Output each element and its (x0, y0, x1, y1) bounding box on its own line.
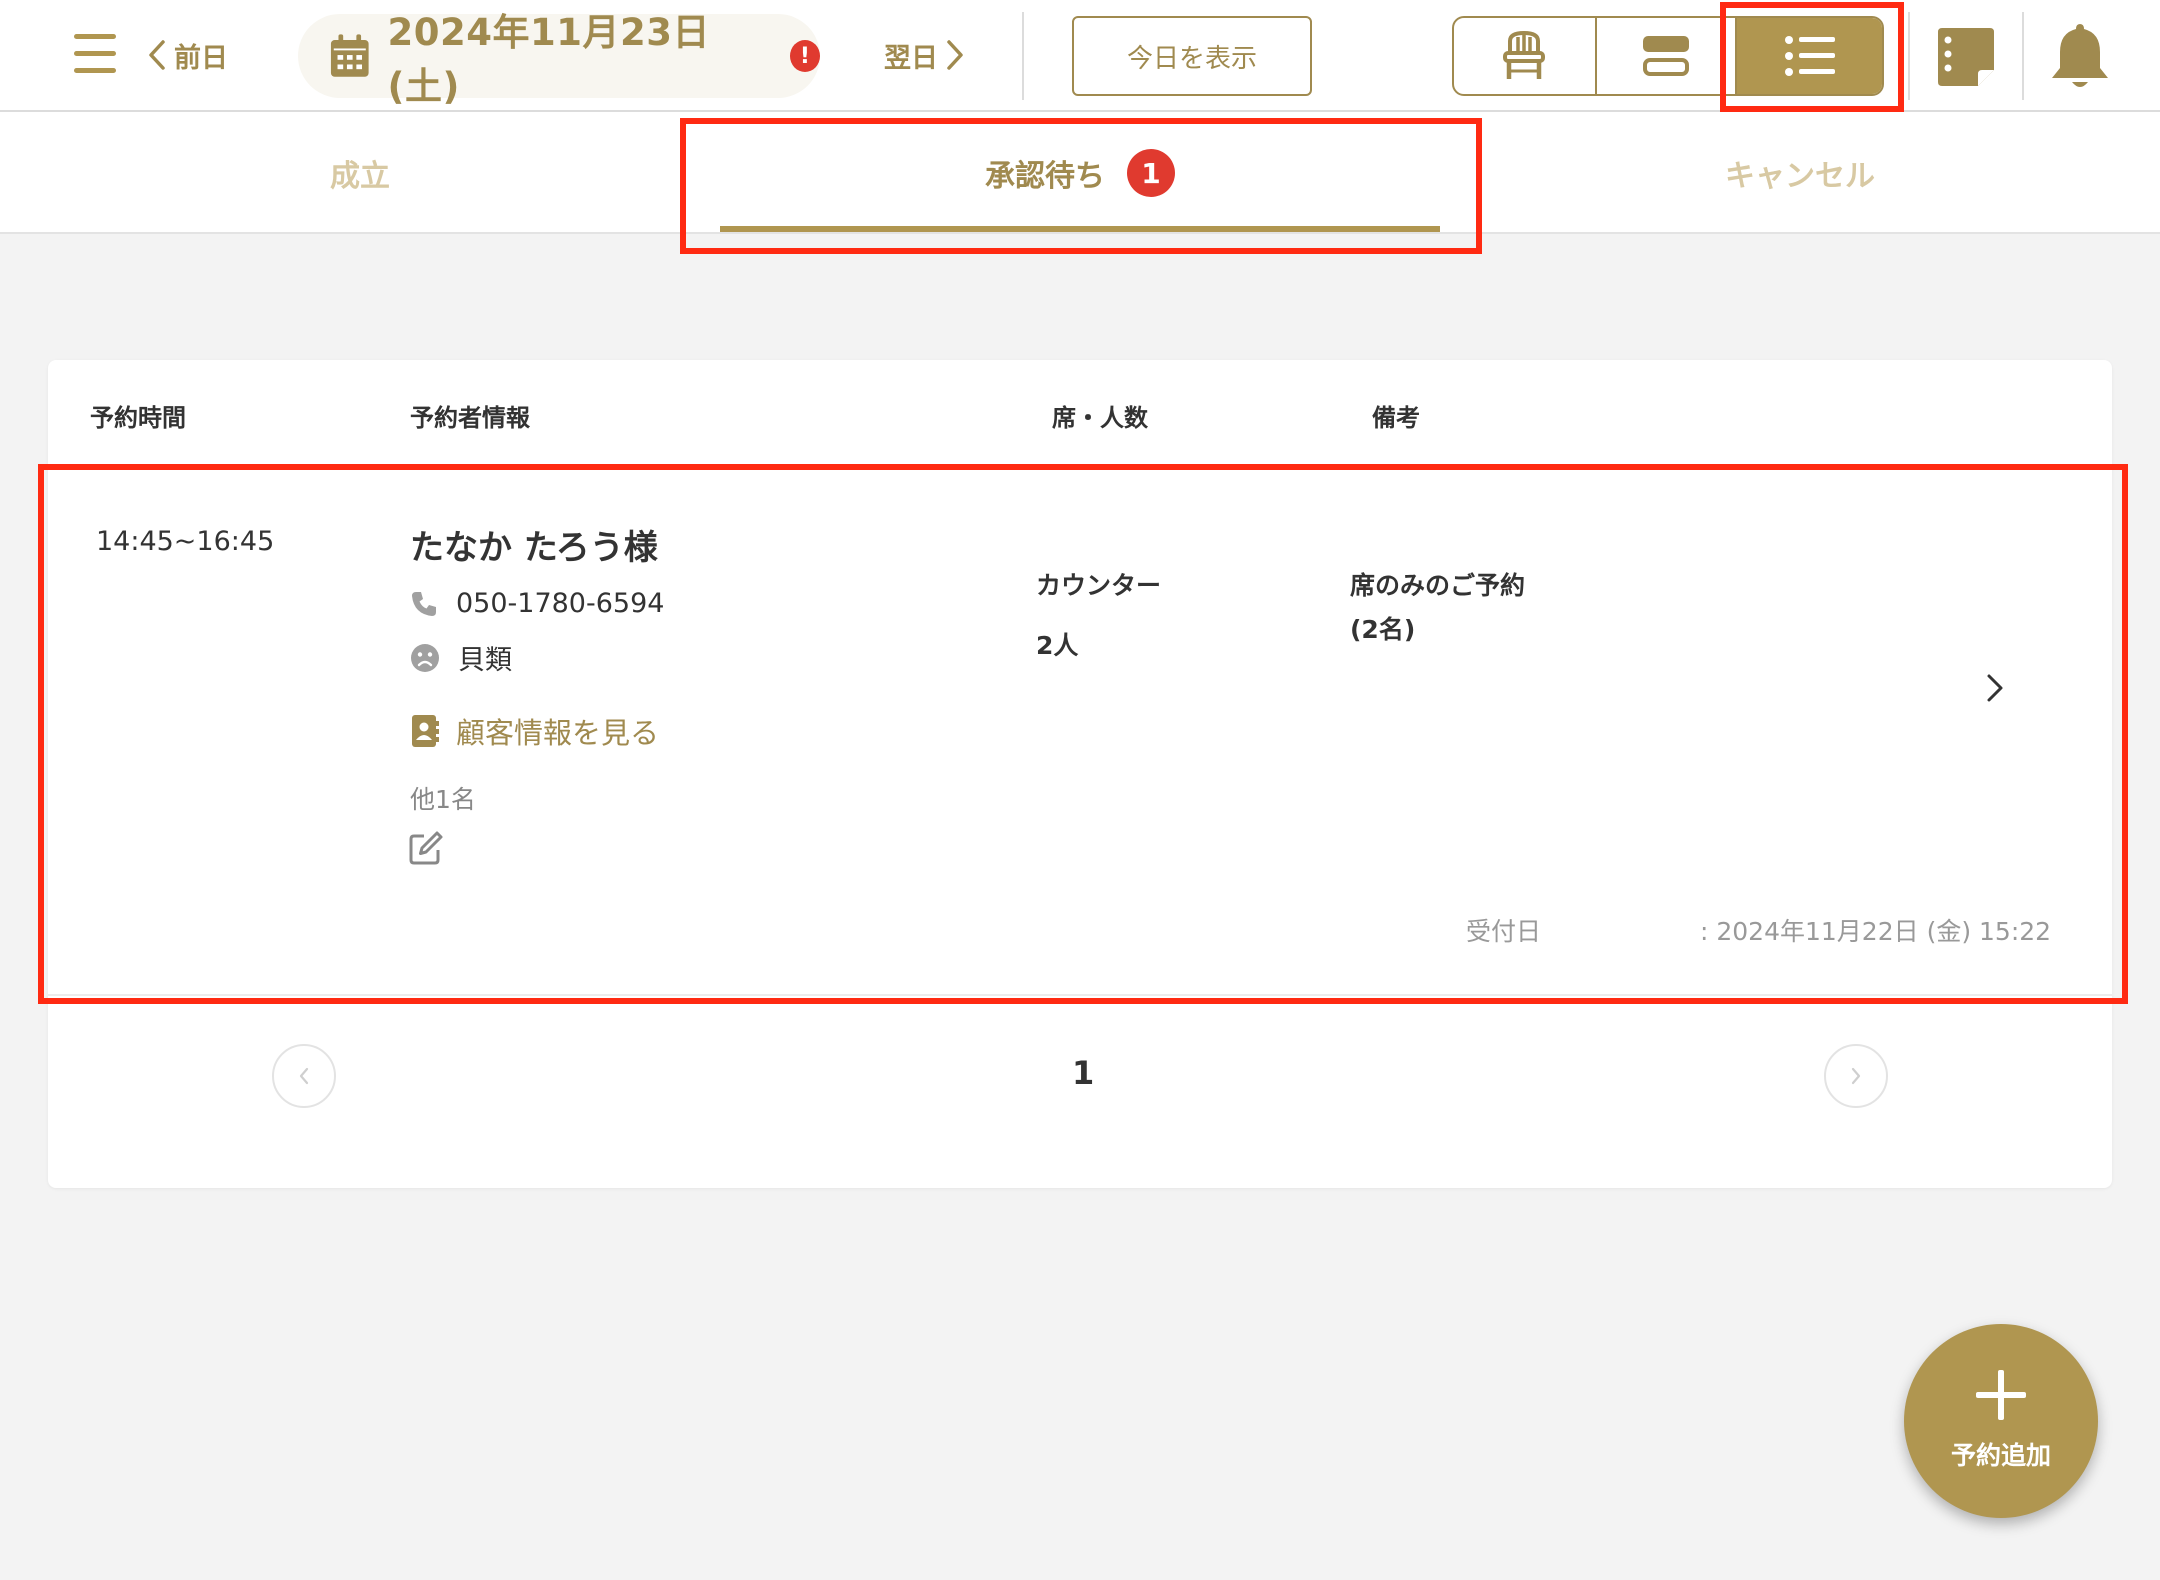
contact-card-icon (412, 715, 439, 747)
add-reservation-button[interactable]: 予約追加 (1904, 1324, 2098, 1518)
header-divider (1908, 12, 1910, 100)
view-customer-info-label: 顧客情報を見る (456, 716, 660, 750)
active-tab-indicator (720, 226, 1440, 232)
next-day-label: 翌日 (884, 42, 938, 74)
party-size: 2人 (1036, 631, 1079, 660)
row-divider-line (48, 994, 2112, 996)
seat-view-button[interactable] (1454, 18, 1597, 94)
pagination-next-button[interactable] (1824, 1044, 1888, 1108)
notification-button[interactable] (2048, 22, 2112, 90)
phone-line: 050-1780-6594 (410, 588, 664, 619)
timeline-view-button[interactable] (1597, 18, 1738, 94)
date-picker[interactable]: 2024年11月23日 (土) ! (298, 11, 820, 108)
tab-cancelled[interactable]: キャンセル (1440, 112, 2160, 234)
allergy-text: 貝類 (458, 645, 512, 676)
pending-count-badge: 1 (1127, 149, 1175, 197)
plus-icon (1976, 1370, 2026, 1420)
current-date: 2024年11月23日 (土) (387, 11, 711, 108)
seat-type: カウンター (1036, 571, 1162, 600)
prev-day-button[interactable]: 前日 (148, 30, 228, 80)
list-icon (1784, 36, 1835, 76)
pagination-current-page[interactable]: 1 (1072, 1054, 1094, 1092)
column-header-time: 予約時間 (90, 404, 186, 432)
chevron-right-icon (1851, 1067, 1861, 1085)
header-divider (1022, 12, 1024, 100)
allergy-line: 貝類 (410, 638, 512, 677)
tab-label: 成立 (330, 159, 390, 194)
header-divider (2022, 12, 2024, 100)
rows-icon (1643, 36, 1690, 76)
status-tabs: 成立 承認待ち 1 キャンセル (0, 112, 2160, 234)
prev-day-label: 前日 (174, 42, 228, 74)
tab-label: キャンセル (1725, 159, 1875, 194)
column-header-notes: 備考 (1372, 404, 1420, 432)
reservation-list-card: 予約時間 予約者情報 席・人数 備考 14:45~16:45 たなか たろう様 … (48, 360, 2112, 1188)
edit-button[interactable] (408, 830, 444, 866)
chevron-left-icon (299, 1067, 309, 1085)
chevron-right-icon (1987, 674, 2003, 702)
note-line-1: 席のみのご予約 (1350, 571, 1526, 600)
view-customer-info-link[interactable]: 顧客情報を見る (410, 710, 659, 752)
column-header-seat: 席・人数 (1052, 404, 1148, 432)
phone-number: 050-1780-6594 (456, 588, 665, 619)
customer-name: たなか たろう様 (410, 528, 658, 568)
memo-icon (1938, 28, 1994, 86)
date-alert-icon: ! (789, 40, 820, 72)
received-date-value: : 2024年11月22日 (金) 15:22 (1700, 917, 2052, 946)
column-header-guest: 予約者情報 (410, 404, 530, 432)
chevron-right-icon (947, 40, 963, 70)
reservation-time: 14:45~16:45 (96, 526, 275, 557)
bell-icon (2052, 24, 2108, 87)
add-reservation-label: 予約追加 (1950, 1441, 2051, 1470)
received-date-label: 受付日 (1466, 917, 1542, 946)
next-day-button[interactable]: 翌日 (884, 30, 964, 80)
list-view-button[interactable] (1737, 18, 1882, 94)
chair-icon (1503, 31, 1546, 79)
sad-face-icon (411, 643, 439, 672)
top-header: 前日 2024年11月23日 (土) ! 翌日 今日を表示 (0, 0, 2160, 112)
row-detail-chevron[interactable] (1980, 668, 2010, 708)
note-line-2: (2名) (1350, 615, 1416, 644)
tab-pending[interactable]: 承認待ち 1 (720, 112, 1440, 234)
show-today-button[interactable]: 今日を表示 (1072, 16, 1312, 96)
tab-label: 承認待ち (985, 159, 1105, 194)
edit-icon (409, 831, 443, 865)
menu-icon[interactable] (74, 34, 116, 74)
tab-confirmed[interactable]: 成立 (0, 112, 720, 234)
pagination-prev-button[interactable] (272, 1044, 336, 1108)
chevron-left-icon (149, 40, 165, 70)
companions-text: 他1名 (410, 785, 476, 814)
view-switcher (1452, 16, 1884, 96)
header-divider-line (48, 464, 2112, 466)
memo-button[interactable] (1936, 26, 1996, 88)
calendar-icon (330, 34, 369, 77)
phone-icon (412, 591, 436, 616)
